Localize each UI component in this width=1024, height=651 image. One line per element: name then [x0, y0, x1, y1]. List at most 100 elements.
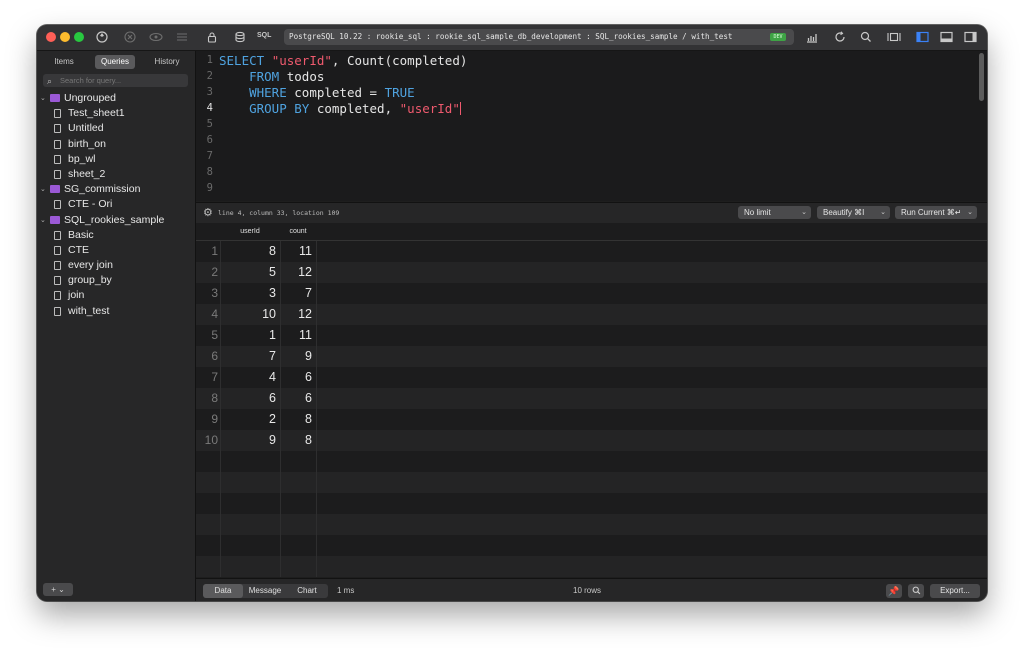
close-window-button[interactable] [46, 32, 56, 42]
cell-count[interactable]: 6 [280, 367, 312, 388]
cell-count[interactable]: 11 [280, 241, 312, 262]
query-item[interactable]: sheet_2 [37, 167, 195, 182]
connection-icon[interactable] [94, 29, 110, 45]
line-number: 5 [206, 118, 213, 130]
query-item[interactable]: CTE [37, 243, 195, 258]
cell-count[interactable]: 12 [280, 262, 312, 283]
tab-message[interactable]: Message [243, 584, 287, 598]
cell-userid[interactable]: 10 [220, 304, 276, 325]
pin-icon[interactable]: 📌 [886, 584, 902, 598]
document-icon [54, 169, 61, 179]
row-number: 5 [211, 328, 218, 342]
cell-userid[interactable]: 5 [220, 262, 276, 283]
bottom-panel-icon[interactable] [938, 29, 954, 45]
cell-count[interactable]: 8 [280, 409, 312, 430]
table-row[interactable]: 928 [196, 409, 987, 430]
cell-userid[interactable]: 9 [220, 430, 276, 451]
tab-items[interactable]: Items [43, 55, 85, 69]
query-item-label: Untitled [68, 122, 104, 135]
zoom-window-button[interactable] [74, 32, 84, 42]
table-row[interactable]: 866 [196, 388, 987, 409]
limit-select[interactable]: No limit ⌄ [738, 206, 811, 219]
query-item[interactable]: group_by [37, 273, 195, 288]
document-icon [54, 124, 61, 134]
left-panel-icon[interactable] [914, 29, 930, 45]
refresh-icon[interactable] [832, 29, 848, 45]
close-circle-icon[interactable] [122, 29, 138, 45]
right-panel-icon[interactable] [962, 29, 978, 45]
add-query-button[interactable]: + ⌄ [43, 583, 73, 596]
results-footer: Data Message Chart 1 ms 10 rows 📌 Export… [196, 578, 987, 601]
tab-data[interactable]: Data [203, 584, 243, 598]
gear-icon[interactable]: ⚙ [203, 206, 213, 219]
query-group[interactable]: ⌄ Ungrouped [37, 91, 195, 106]
cell-userid[interactable]: 3 [220, 283, 276, 304]
query-item[interactable]: join [37, 288, 195, 303]
tab-history[interactable]: History [145, 55, 189, 69]
line-number: 8 [206, 166, 213, 178]
search-icon[interactable] [908, 584, 924, 598]
columns-icon[interactable] [886, 29, 902, 45]
run-current-button[interactable]: Run Current ⌘↵ ⌄ [895, 206, 977, 219]
cell-userid[interactable]: 4 [220, 367, 276, 388]
cell-userid[interactable]: 7 [220, 346, 276, 367]
limit-label: No limit [744, 208, 771, 217]
beautify-button[interactable]: Beautify ⌘I ⌄ [817, 206, 890, 219]
line-number: 1 [206, 54, 213, 66]
query-item[interactable]: Test_sheet1 [37, 106, 195, 121]
cell-count[interactable]: 11 [280, 325, 312, 346]
sql-string: "userId" [271, 53, 332, 68]
eye-icon[interactable] [148, 29, 164, 45]
cell-userid[interactable]: 1 [220, 325, 276, 346]
cell-count[interactable]: 7 [280, 283, 312, 304]
lock-icon[interactable] [204, 29, 220, 45]
column-header-count[interactable]: count [280, 223, 316, 240]
column-header-userid[interactable]: userId [220, 223, 280, 240]
sql-editor[interactable]: 123456789 SELECT "userId", Count(complet… [196, 51, 987, 201]
cell-userid[interactable]: 2 [220, 409, 276, 430]
minimize-window-button[interactable] [60, 32, 70, 42]
cell-userid[interactable]: 8 [220, 241, 276, 262]
chart-icon[interactable] [804, 29, 820, 45]
line-number-gutter: 1 2 3 4 5 6 7 8 9 [196, 51, 216, 201]
table-row[interactable]: 10 9 8 [196, 430, 987, 451]
app-window: SQL PostgreSQL 10.22 : rookie_sql : rook… [37, 25, 987, 601]
table-row[interactable]: 4 10 12 [196, 304, 987, 325]
table-row[interactable]: 679 [196, 346, 987, 367]
cell-count[interactable]: 6 [280, 388, 312, 409]
table-row[interactable]: 746 [196, 367, 987, 388]
table-row[interactable]: 5 1 11 [196, 325, 987, 346]
list-icon[interactable] [174, 29, 190, 45]
database-icon[interactable] [232, 29, 248, 45]
editor-scrollbar[interactable] [979, 53, 984, 101]
query-search-input[interactable] [60, 74, 185, 87]
query-item[interactable]: bp_wl [37, 152, 195, 167]
table-row [196, 514, 987, 535]
search-icon[interactable] [858, 29, 874, 45]
query-group[interactable]: ⌄ SQL_rookies_sample [37, 213, 195, 228]
query-item[interactable]: Basic [37, 228, 195, 243]
query-item[interactable]: birth_on [37, 137, 195, 152]
table-row[interactable]: 337 [196, 283, 987, 304]
table-row[interactable]: 2 5 12 [196, 262, 987, 283]
query-item[interactable]: every join [37, 258, 195, 273]
document-icon [54, 261, 61, 271]
query-item[interactable]: CTE - Ori [37, 197, 195, 212]
table-row[interactable]: 1 8 11 [196, 241, 987, 262]
document-icon [54, 291, 61, 301]
cell-count[interactable]: 12 [280, 304, 312, 325]
query-item[interactable]: Untitled [37, 121, 195, 136]
tab-queries[interactable]: Queries [95, 55, 135, 69]
tab-chart[interactable]: Chart [287, 584, 327, 598]
query-group[interactable]: ⌄ SG_commission [37, 182, 195, 197]
results-grid[interactable]: 1 8 11 2 5 12 3 3 7 4 10 12 5 1 11 6 7 9 7 4 6 8 6 6 9 2 8 10 9 8 use… [196, 223, 987, 577]
cell-count[interactable]: 8 [280, 430, 312, 451]
sql-keyword: SELECT [219, 53, 272, 68]
export-button[interactable]: Export... [930, 584, 980, 598]
cell-count[interactable]: 9 [280, 346, 312, 367]
document-icon [54, 109, 61, 119]
chevron-down-icon: ⌄ [880, 209, 886, 216]
cell-userid[interactable]: 6 [220, 388, 276, 409]
results-header: userId count [196, 223, 987, 241]
query-item[interactable]: with_test [37, 304, 195, 319]
